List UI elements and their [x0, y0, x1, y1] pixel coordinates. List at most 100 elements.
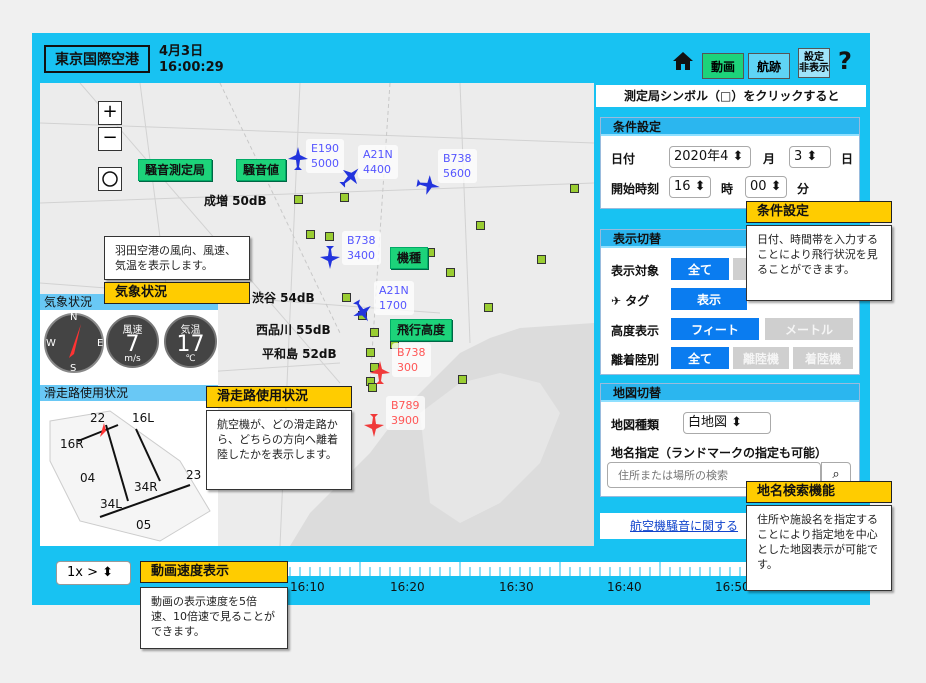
flight-altitude: 300 — [397, 361, 418, 374]
home-icon[interactable] — [672, 50, 694, 72]
altitude-feet-button[interactable]: フィート — [671, 318, 759, 340]
control-panel: 測定局シンボル（□）をクリックすると 条件設定 日付 2020年4 ⬍ 月 3 … — [596, 83, 866, 546]
airplane-icon[interactable] — [320, 245, 340, 269]
noise-station[interactable] — [537, 255, 546, 264]
map-type-select[interactable]: 白地図 ⬍ — [683, 412, 771, 434]
help-icon[interactable]: ? — [838, 47, 852, 75]
target-all-button[interactable]: 全て — [671, 258, 729, 280]
runway-all-button[interactable]: 全て — [671, 347, 729, 369]
altitude-label: 高度表示 — [611, 324, 660, 338]
temperature-value: 17 — [176, 332, 205, 357]
tag-label-text: タグ — [625, 294, 650, 308]
minute-value: 00 — [750, 179, 767, 194]
departure-button[interactable]: 離陸機 — [733, 347, 789, 369]
compass-n: N — [70, 312, 78, 323]
noise-station[interactable] — [342, 293, 351, 302]
minute-select[interactable]: 00 ⬍ — [745, 176, 787, 198]
altitude-meter-button[interactable]: メートル — [765, 318, 853, 340]
circle-icon — [102, 171, 118, 187]
flight-type: B789 — [391, 399, 420, 412]
flight-altitude: 5000 — [311, 157, 339, 170]
noise-station[interactable] — [476, 221, 485, 230]
tick-1650: 16:50 — [715, 580, 750, 594]
station-notice: 測定局シンボル（□）をクリックすると — [596, 85, 866, 107]
runway-04: 04 — [80, 471, 96, 485]
speed-value: 1x > — [67, 565, 98, 580]
station-label: 平和島 52dB — [262, 347, 337, 361]
current-time: 16:00:29 — [159, 60, 224, 75]
airplane-icon[interactable] — [370, 361, 390, 385]
zoom-in-button[interactable]: + — [98, 101, 122, 125]
flight-type: B738 — [347, 234, 376, 247]
weather-callout-body: 羽田空港の風向、風速、気温を表示します。 — [104, 236, 250, 280]
runway-callout-body: 航空機が、どの滑走路から、どちらの方向へ離着陸したかを表示します。 — [206, 410, 352, 490]
compass-s: S — [70, 363, 77, 374]
settings-hide-button[interactable]: 設定 非表示 — [798, 48, 830, 78]
airport-title: 東京国際空港 — [44, 45, 150, 73]
airplane-icon[interactable] — [414, 173, 441, 197]
map-type-label: 地図種類 — [611, 418, 660, 432]
flight-label[interactable]: B789 3900 — [386, 396, 425, 430]
speed-callout-body: 動画の表示速度を5倍速、10倍速で見ることができます。 — [140, 587, 288, 649]
wind-speed-value: 7 — [125, 332, 140, 357]
noise-station[interactable] — [340, 193, 349, 202]
settings-hide-line1: 設定 — [804, 52, 824, 63]
runway-header: 滑走路使用状況 — [40, 385, 218, 401]
flight-type: B738 — [443, 152, 472, 165]
noise-station[interactable] — [446, 268, 455, 277]
search-callout-body: 住所や施設名を指定することにより指定地を中心とした地図表示が可能です。 — [746, 505, 892, 591]
flight-altitude: 1700 — [379, 299, 407, 312]
station-label: 西品川 55dB — [256, 323, 331, 337]
map-switch-title: 地図切替 — [601, 384, 859, 402]
wind-speed-gauge: 風速 7 m/s — [106, 315, 159, 368]
tag-label: ✈ タグ — [611, 294, 650, 308]
year-month-select[interactable]: 2020年4 ⬍ — [669, 146, 751, 168]
tag-show-button[interactable]: 表示 — [671, 288, 747, 310]
hour-value: 16 — [674, 179, 691, 194]
noise-station[interactable] — [306, 230, 315, 239]
wind-speed-unit: m/s — [124, 354, 141, 364]
flight-label[interactable]: A21N 1700 — [374, 281, 414, 315]
day-select[interactable]: 3 ⬍ — [789, 146, 831, 168]
temperature-gauge: 気温 17 ℃ — [164, 315, 217, 368]
target-other-button[interactable] — [733, 258, 747, 280]
runway-05: 05 — [136, 518, 152, 532]
runway-16l: 16L — [132, 411, 154, 425]
runway-22: 22 — [90, 411, 106, 425]
noise-station[interactable] — [370, 328, 379, 337]
day-unit: 日 — [841, 152, 854, 166]
conditions-title: 条件設定 — [601, 118, 859, 136]
month-unit: 月 — [763, 152, 776, 166]
weather-callout-title: 気象状況 — [104, 282, 250, 304]
flight-label[interactable]: B738 3400 — [342, 231, 381, 265]
temperature-unit: ℃ — [185, 354, 196, 364]
day-value: 3 — [794, 149, 803, 164]
hour-select[interactable]: 16 ⬍ — [669, 176, 711, 198]
airplane-icon[interactable] — [364, 413, 384, 437]
tick-1620: 16:20 — [390, 580, 425, 594]
locate-button[interactable] — [98, 167, 122, 191]
airplane-icon[interactable] — [288, 147, 308, 171]
flight-label[interactable]: B738 300 — [392, 343, 431, 377]
zoom-out-button[interactable]: − — [98, 127, 122, 151]
noise-station[interactable] — [294, 195, 303, 204]
noise-station[interactable] — [458, 375, 467, 384]
noise-info-link[interactable]: 航空機騒音に関する — [630, 519, 738, 533]
flight-altitude: 4400 — [363, 163, 391, 176]
speed-select[interactable]: 1x > ⬍ — [56, 561, 131, 585]
video-button[interactable]: 動画 — [702, 53, 744, 79]
flight-altitude: 3900 — [391, 414, 419, 427]
flight-label[interactable]: E190 5000 — [306, 139, 344, 173]
flight-label[interactable]: B738 5600 — [438, 149, 477, 183]
noise-station[interactable] — [484, 303, 493, 312]
map-switch-section: 地図切替 地図種類 白地図 ⬍ 地名指定（ランドマークの指定も可能） ⌕ — [600, 383, 860, 497]
arrival-button[interactable]: 着陸機 — [793, 347, 853, 369]
minute-unit: 分 — [797, 182, 810, 196]
noise-station[interactable] — [325, 232, 334, 241]
noise-station[interactable] — [570, 184, 579, 193]
flight-type: A21N — [363, 148, 393, 161]
track-button[interactable]: 航跡 — [748, 53, 790, 79]
tick-1630: 16:30 — [499, 580, 534, 594]
noise-station[interactable] — [366, 348, 375, 357]
speed-callout-title: 動画速度表示 — [140, 561, 288, 583]
